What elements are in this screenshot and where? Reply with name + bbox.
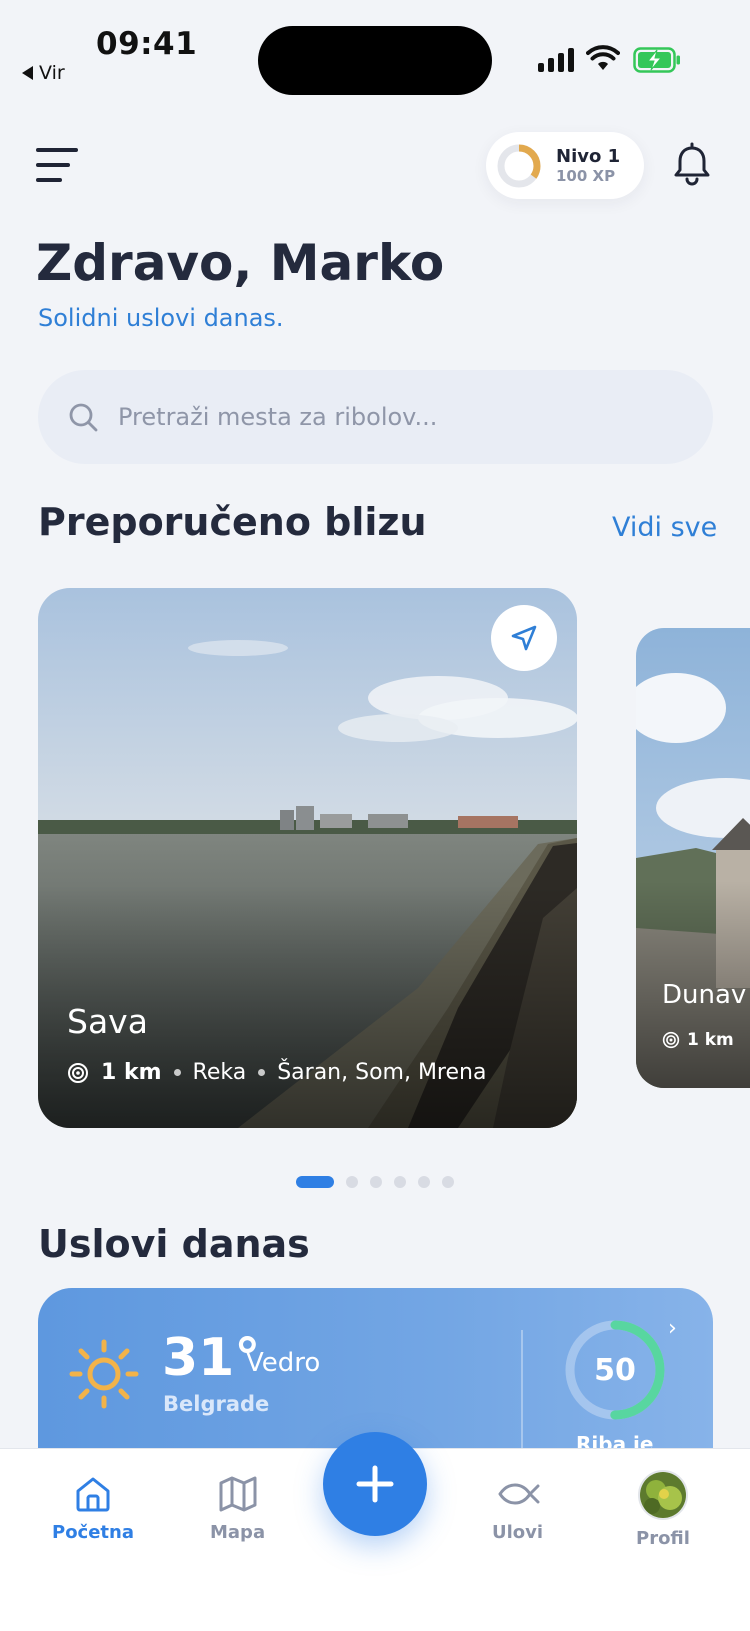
- spot-name: Sava: [67, 1002, 148, 1041]
- search-bar[interactable]: [38, 370, 713, 464]
- level-progress-ring: [497, 144, 541, 187]
- recommended-section-title: Preporučeno blizu: [38, 500, 427, 544]
- greeting-subtitle: Solidni uslovi danas.: [38, 304, 284, 332]
- navigation-arrow-icon: [511, 625, 537, 651]
- level-badge[interactable]: Nivo 1 100 XP: [486, 132, 644, 199]
- back-to-app-label: Vir: [39, 62, 65, 84]
- battery-charging-icon: [633, 47, 680, 73]
- cellular-signal-icon: [538, 46, 574, 72]
- spot-card-dunav[interactable]: Dunav 1 km: [636, 628, 750, 1088]
- tab-home-label: Početna: [52, 1522, 135, 1543]
- bell-icon[interactable]: [672, 142, 712, 188]
- fish-icon: [498, 1483, 540, 1505]
- spot-name: Dunav: [662, 980, 747, 1010]
- search-icon: [69, 403, 98, 432]
- add-button[interactable]: [323, 1432, 427, 1536]
- plus-icon: [356, 1465, 394, 1503]
- pager-dot[interactable]: [394, 1176, 406, 1188]
- meta-separator: [258, 1069, 266, 1076]
- spot-meta: 1 km: [662, 1030, 734, 1050]
- carousel-pager[interactable]: [296, 1176, 454, 1188]
- pager-dot[interactable]: [418, 1176, 430, 1188]
- back-arrow-icon: [22, 66, 33, 80]
- level-title: Nivo 1: [556, 145, 621, 167]
- weather-condition: Vedro: [246, 1348, 321, 1378]
- avatar: [637, 1470, 688, 1520]
- pager-dot[interactable]: [296, 1176, 334, 1188]
- tab-profile-label: Profil: [636, 1528, 690, 1549]
- home-icon: [76, 1477, 110, 1512]
- tab-profile[interactable]: Profil: [636, 1470, 690, 1549]
- conditions-section-title: Uslovi danas: [38, 1222, 310, 1266]
- see-all-link[interactable]: Vidi sve: [612, 512, 717, 543]
- pager-dot[interactable]: [346, 1176, 358, 1188]
- target-icon: [662, 1031, 680, 1049]
- pager-dot[interactable]: [442, 1176, 454, 1188]
- weather-city: Belgrade: [163, 1392, 270, 1416]
- navigate-button[interactable]: [491, 605, 557, 671]
- status-time: 09:41: [96, 26, 198, 62]
- spot-type: Reka: [192, 1060, 247, 1085]
- level-xp: 100 XP: [556, 167, 616, 186]
- meta-separator: [173, 1069, 181, 1076]
- pager-dot[interactable]: [370, 1176, 382, 1188]
- tab-catches-label: Ulovi: [492, 1522, 544, 1543]
- dynamic-island: [258, 26, 492, 95]
- tab-map-label: Mapa: [210, 1522, 266, 1543]
- wifi-icon: [586, 45, 620, 70]
- tab-catches[interactable]: Ulovi: [492, 1474, 543, 1543]
- greeting-title: Zdravo, Marko: [36, 234, 445, 292]
- sun-icon: [69, 1339, 139, 1409]
- spot-card-sava[interactable]: Sava 1 km Reka Šaran, Som, Mrena: [38, 588, 577, 1128]
- spot-meta: 1 km Reka Šaran, Som, Mrena: [67, 1060, 486, 1085]
- target-icon: [68, 1062, 88, 1083]
- spot-distance: 1 km: [101, 1060, 162, 1085]
- back-to-app-link[interactable]: Vir: [22, 62, 65, 84]
- spot-photo-sava: [38, 588, 577, 1128]
- chevron-right-icon: ›: [668, 1316, 677, 1341]
- hamburger-menu-icon[interactable]: [36, 148, 78, 182]
- search-input[interactable]: [118, 403, 678, 431]
- fishing-score: 50: [594, 1352, 636, 1388]
- spot-fish: Šaran, Som, Mrena: [277, 1060, 487, 1085]
- spot-photo-dunav: [636, 628, 750, 1088]
- tab-home[interactable]: Početna: [52, 1474, 134, 1543]
- spot-distance: 1 km: [687, 1030, 734, 1050]
- map-icon: [219, 1476, 257, 1512]
- tab-map[interactable]: Mapa: [210, 1474, 265, 1543]
